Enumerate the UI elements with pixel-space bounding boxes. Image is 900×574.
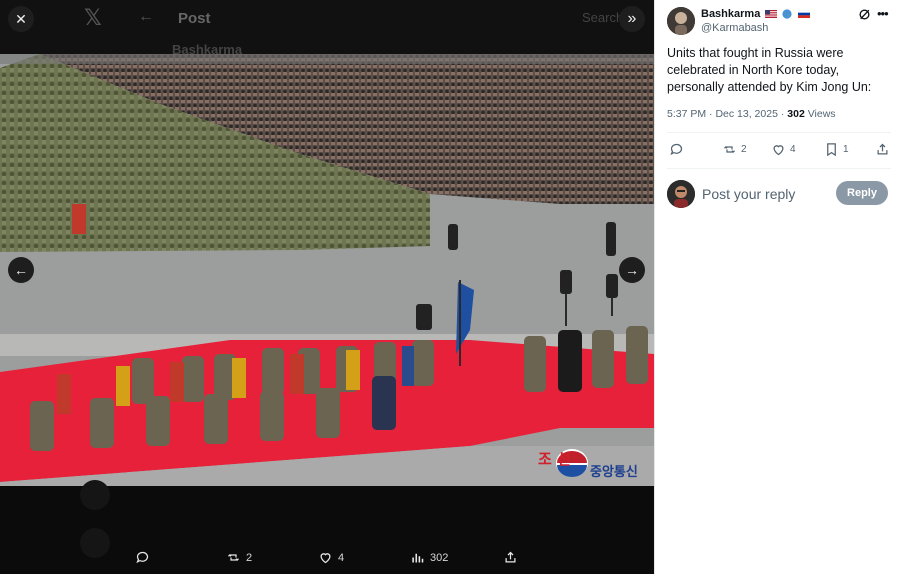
post-views-label: Views (807, 108, 836, 120)
reply-icon (670, 143, 683, 156)
reply-button[interactable] (669, 142, 684, 157)
russia-flag-icon (797, 10, 810, 19)
background-avatar-ghost (80, 480, 110, 510)
like-button[interactable]: 4 (771, 142, 796, 157)
author-avatar[interactable] (667, 7, 695, 35)
next-image-button[interactable]: → (619, 257, 645, 283)
current-user-avatar-image (667, 180, 695, 208)
collapse-panel-button[interactable]: » (619, 6, 645, 32)
author-name[interactable]: Bashkarma (701, 8, 810, 20)
author-avatar-image (667, 7, 695, 35)
post-photo: 조 선 중앙통신 (0, 54, 654, 486)
post-text: Units that fought in Russia were celebra… (667, 46, 872, 94)
more-options-icon[interactable]: ••• (877, 6, 889, 21)
viewer-reply-button[interactable] (135, 550, 155, 565)
post-side-panel: Bashkarma @Karmabash ••• Units that foug… (654, 0, 900, 574)
viewer-repost-button[interactable]: 2 (226, 550, 252, 565)
globe-icon (782, 9, 793, 19)
heart-icon (773, 145, 784, 156)
bookmark-icon (827, 143, 836, 157)
viewer-share-button[interactable] (503, 550, 518, 565)
bookmark-button[interactable]: 1 (824, 142, 849, 157)
current-user-avatar (667, 180, 695, 208)
watermark-text-bottom: 중앙통신 (590, 464, 638, 480)
viewer-like-button[interactable]: 4 (318, 550, 344, 565)
close-viewer-button[interactable]: ✕ (8, 6, 34, 32)
watermark-text-top: 조 선 (538, 450, 571, 468)
double-chevron-right-icon: » (627, 10, 637, 27)
reply-input[interactable]: Post your reply (702, 186, 795, 202)
reply-composer: Post your reply Reply (667, 180, 893, 210)
like-count: 4 (790, 144, 796, 155)
repost-count: 2 (741, 144, 747, 155)
previous-image-button[interactable]: ← (8, 257, 34, 283)
bookmark-count: 1 (843, 144, 849, 155)
parade-photo-illustration: 조 선 중앙통신 (0, 54, 654, 486)
viewer-action-bar: 2 4 302 (0, 546, 654, 572)
author-name-text: Bashkarma (701, 8, 761, 20)
share-icon (877, 143, 888, 155)
background-search-label: Search (582, 10, 624, 25)
author-handle[interactable]: @Karmabash (701, 22, 768, 34)
viewer-views-button[interactable]: 302 (410, 550, 448, 565)
reply-icon (136, 551, 149, 564)
heart-icon (320, 553, 331, 564)
grok-icon[interactable] (858, 8, 871, 24)
repost-button[interactable]: 2 (722, 142, 747, 157)
views-bar-chart-icon (412, 553, 424, 563)
repost-icon (724, 146, 735, 153)
share-icon (505, 551, 516, 563)
background-post-title: Post (178, 10, 211, 27)
post-time[interactable]: 5:37 PM (667, 108, 706, 120)
divider (667, 168, 891, 169)
back-arrow-icon: ← (138, 8, 154, 25)
close-icon: ✕ (15, 10, 27, 27)
background-post-header: 𝕏 ← Post Search Bashkarma (0, 0, 654, 57)
share-button[interactable] (875, 142, 890, 157)
x-logo-icon: 𝕏 (84, 6, 102, 31)
arrow-right-icon: → (625, 262, 639, 278)
arrow-left-icon: ← (14, 262, 28, 278)
post-meta: 5:37 PM · Dec 13, 2025 · 302 Views (667, 108, 836, 120)
media-viewer: 𝕏 ← Post Search Bashkarma ✕ » 조 선 중앙통신 ←… (0, 0, 654, 574)
divider (667, 132, 891, 133)
post-actions: 2 4 1 (667, 142, 895, 160)
viewer-repost-count: 2 (246, 551, 253, 564)
reply-submit-button[interactable]: Reply (836, 181, 888, 205)
post-date[interactable]: Dec 13, 2025 (715, 108, 777, 120)
post-views-number: 302 (787, 108, 805, 120)
us-flag-icon (765, 10, 778, 19)
viewer-like-count: 4 (338, 551, 345, 564)
repost-icon (228, 554, 239, 561)
viewer-views-count: 302 (430, 551, 449, 564)
